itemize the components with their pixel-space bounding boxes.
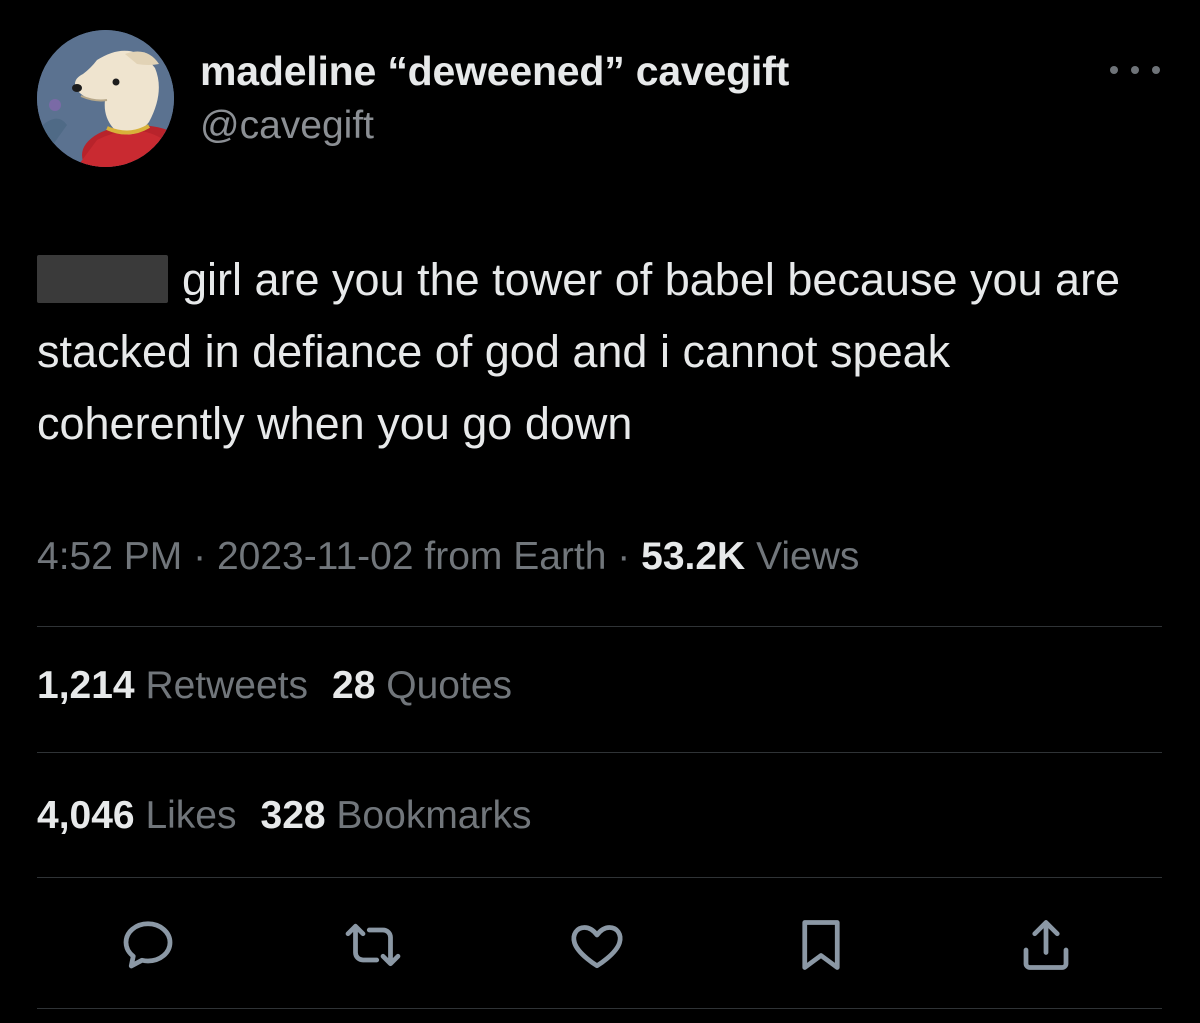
dot-icon (1131, 66, 1139, 74)
retweets-label: Retweets (145, 664, 309, 707)
action-bar (0, 905, 1200, 985)
dot-icon (1152, 66, 1160, 74)
divider (37, 752, 1162, 753)
tweet-date[interactable]: 2023-11-02 (217, 535, 414, 578)
avatar[interactable] (37, 30, 174, 167)
more-options-button[interactable] (1110, 58, 1160, 82)
like-button[interactable] (557, 905, 637, 985)
likes-stat[interactable]: 4,046 Likes (37, 794, 237, 837)
reply-icon (123, 921, 173, 969)
quotes-count: 28 (332, 664, 376, 707)
avatar-image (37, 30, 174, 167)
retweets-count: 1,214 (37, 664, 135, 707)
divider (37, 626, 1162, 627)
divider (37, 877, 1162, 878)
heart-icon (571, 925, 623, 969)
retweet-icon (345, 923, 401, 967)
separator: · (193, 535, 207, 578)
redaction-box (37, 255, 168, 303)
bookmark-button[interactable] (781, 905, 861, 985)
tweet-source: from Earth (424, 535, 607, 578)
display-name[interactable]: madeline “deweened” cavegift (200, 48, 789, 95)
tweet-body: girl are you the tower of babel because … (37, 254, 1121, 449)
bookmarks-stat[interactable]: 328 Bookmarks (261, 794, 532, 837)
retweet-button[interactable] (333, 905, 413, 985)
quotes-label: Quotes (386, 664, 513, 707)
bookmarks-count: 328 (260, 794, 326, 837)
stats-row-retweets-quotes: 1,214 Retweets 28 Quotes (37, 664, 512, 708)
reply-button[interactable] (108, 905, 188, 985)
views-count: 53.2K (641, 535, 746, 578)
share-button[interactable] (1006, 905, 1086, 985)
quotes-stat[interactable]: 28 Quotes (332, 664, 512, 707)
share-icon (1023, 920, 1069, 970)
retweets-stat[interactable]: 1,214 Retweets (37, 664, 308, 707)
tweet-meta: 4:52 PM · 2023-11-02 from Earth · 53.2K … (37, 535, 859, 579)
likes-count: 4,046 (37, 794, 135, 837)
bookmark-icon (802, 920, 840, 970)
tweet-text: girl are you the tower of babel because … (37, 244, 1167, 460)
handle[interactable]: @cavegift (200, 104, 374, 148)
tweet-time[interactable]: 4:52 PM (37, 535, 182, 578)
separator: · (617, 535, 631, 578)
divider (37, 1008, 1162, 1009)
likes-label: Likes (145, 794, 237, 837)
views-label: Views (756, 535, 860, 578)
stats-row-likes-bookmarks: 4,046 Likes 328 Bookmarks (37, 794, 531, 838)
dot-icon (1110, 66, 1118, 74)
bookmarks-label: Bookmarks (336, 794, 532, 837)
